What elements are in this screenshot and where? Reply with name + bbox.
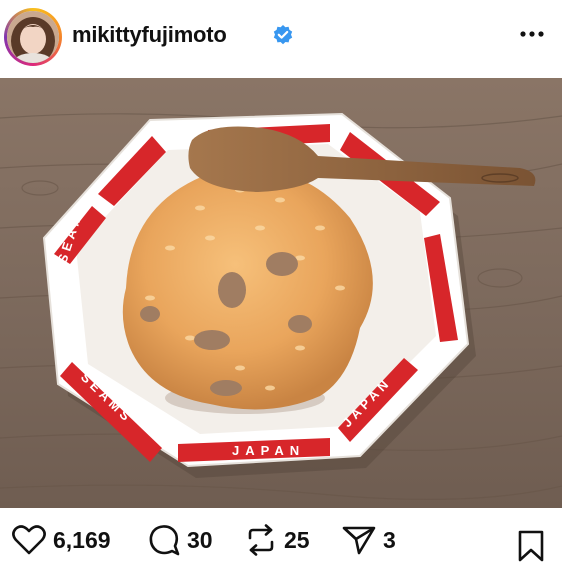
comment-icon[interactable] xyxy=(148,524,180,556)
heart-icon[interactable] xyxy=(12,525,46,555)
repost-icon[interactable] xyxy=(245,524,277,556)
username[interactable]: mikittyfujimoto xyxy=(72,22,227,48)
repost-action[interactable]: 25 xyxy=(245,508,310,572)
bookmark-icon[interactable] xyxy=(517,530,545,562)
post-actions: 6,169 30 25 3 xyxy=(0,508,562,572)
verified-badge-icon xyxy=(273,25,293,45)
avatar[interactable] xyxy=(7,11,59,63)
like-count[interactable]: 6,169 xyxy=(53,527,111,554)
comment-action[interactable]: 30 xyxy=(148,508,213,572)
repost-count[interactable]: 25 xyxy=(284,527,310,554)
comment-count[interactable]: 30 xyxy=(187,527,213,554)
send-icon[interactable] xyxy=(342,525,376,555)
share-action[interactable]: 3 xyxy=(342,508,396,572)
share-count[interactable]: 3 xyxy=(383,527,396,554)
post-photo[interactable]: JAPAN SEAMS SEAMS JAPAN xyxy=(0,78,562,508)
like-action[interactable]: 6,169 xyxy=(12,508,111,572)
story-ring[interactable] xyxy=(4,8,62,66)
post-header: mikittyfujimoto xyxy=(0,0,562,77)
more-options-icon[interactable] xyxy=(518,24,546,44)
bowl-text-bottom: JAPAN xyxy=(232,443,305,458)
